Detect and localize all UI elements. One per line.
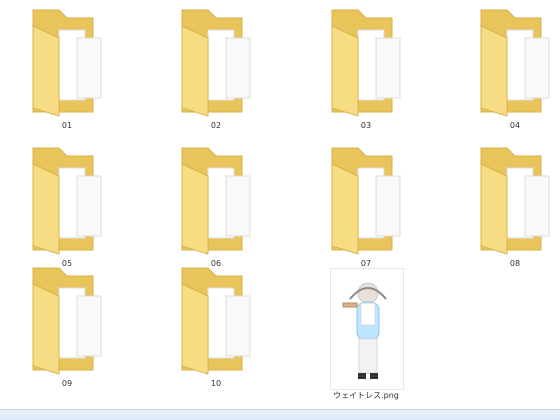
- folder-icon: [181, 267, 251, 375]
- folder-label: 01: [61, 121, 73, 130]
- folder-04[interactable]: 04: [467, 4, 560, 130]
- folder-icon: [331, 147, 401, 255]
- folder-07[interactable]: 07: [318, 142, 414, 268]
- folder-label: 04: [509, 121, 521, 130]
- folder-icon: [32, 147, 102, 255]
- folder-label: 10: [210, 379, 222, 388]
- folder-label: 07: [360, 259, 372, 268]
- folder-icon: [480, 9, 550, 117]
- file-label: ウェイトレス.png: [333, 391, 399, 400]
- folder-label: 08: [509, 259, 521, 268]
- folder-icon: [32, 9, 102, 117]
- folder-06[interactable]: 06: [168, 142, 264, 268]
- folder-icon: [181, 147, 251, 255]
- folder-icon: [181, 9, 251, 117]
- folder-icon: [331, 9, 401, 117]
- file-waitress-png[interactable]: ウェイトレス.png: [318, 268, 414, 400]
- folder-02[interactable]: 02: [168, 4, 264, 130]
- folder-icon: [32, 267, 102, 375]
- folder-03[interactable]: 03: [318, 4, 414, 130]
- folder-05[interactable]: 05: [19, 142, 115, 268]
- folder-08[interactable]: 08: [467, 142, 560, 268]
- folder-label: 02: [210, 121, 222, 130]
- folder-10[interactable]: 10: [168, 262, 264, 388]
- folder-01[interactable]: 01: [19, 4, 115, 130]
- folder-label: 03: [360, 121, 372, 130]
- folder-09[interactable]: 09: [19, 262, 115, 388]
- status-bar: [0, 409, 560, 420]
- image-thumbnail-icon: [330, 268, 404, 390]
- folder-icon: [480, 147, 550, 255]
- folder-label: 09: [61, 379, 73, 388]
